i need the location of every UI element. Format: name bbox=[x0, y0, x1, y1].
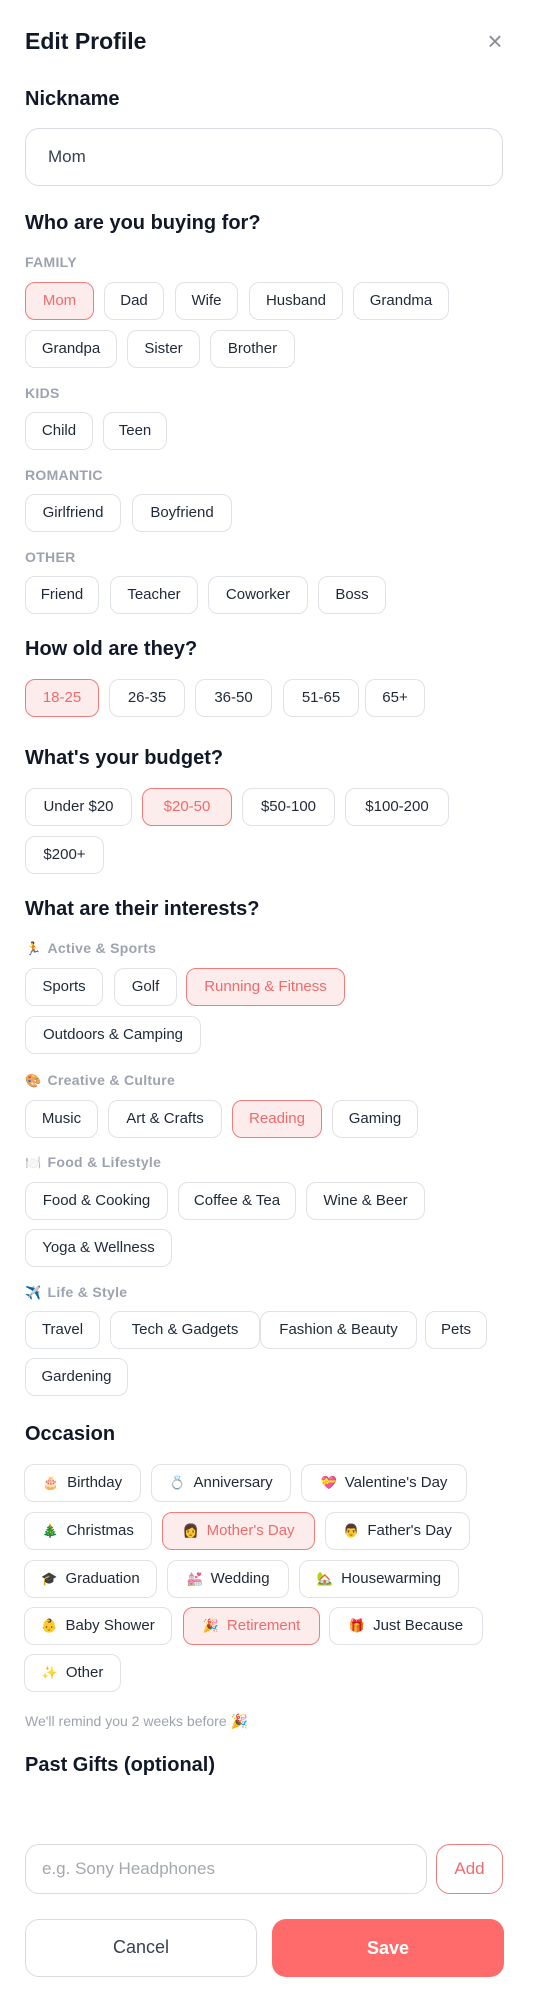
group-label-life-style: ✈️ Life & Style bbox=[25, 1284, 128, 1300]
age-title: How old are they? bbox=[25, 638, 198, 660]
palette-icon: 🎨 bbox=[25, 1073, 42, 1088]
nickname-field[interactable] bbox=[25, 128, 503, 186]
chip-occasion-fathers-day[interactable]: 👨 Father's Day bbox=[325, 1512, 470, 1550]
chip-interest-coffee-tea[interactable]: Coffee & Tea bbox=[178, 1182, 296, 1220]
modal-header: Edit Profile × bbox=[25, 26, 508, 56]
christmas-tree-icon: 🎄 bbox=[42, 1523, 59, 1538]
page-title: Edit Profile bbox=[25, 28, 147, 54]
party-popper-icon: 🎉 bbox=[202, 1618, 219, 1633]
chip-recipient-child[interactable]: Child bbox=[25, 412, 93, 450]
chip-budget-100-200[interactable]: $100-200 bbox=[345, 788, 449, 826]
group-label-food-lifestyle: 🍽️ Food & Lifestyle bbox=[25, 1154, 162, 1170]
add-gift-button[interactable]: Add bbox=[436, 1844, 503, 1894]
chip-recipient-grandma[interactable]: Grandma bbox=[353, 282, 449, 320]
chip-interest-gaming[interactable]: Gaming bbox=[332, 1100, 418, 1138]
group-label-other: OTHER bbox=[25, 549, 76, 565]
chip-occasion-just-because[interactable]: 🎁 Just Because bbox=[329, 1607, 483, 1645]
budget-title: What's your budget? bbox=[25, 747, 224, 769]
group-label-active-sports: 🏃 Active & Sports bbox=[25, 940, 157, 956]
chip-recipient-grandpa[interactable]: Grandpa bbox=[25, 330, 117, 368]
chip-occasion-valentines-day[interactable]: 💝 Valentine's Day bbox=[301, 1464, 467, 1502]
chip-budget-50-100[interactable]: $50-100 bbox=[242, 788, 335, 826]
recipient-title: Who are you buying for? bbox=[25, 212, 261, 234]
group-label-romantic: ROMANTIC bbox=[25, 467, 103, 483]
chip-budget-200-plus[interactable]: $200+ bbox=[25, 836, 104, 874]
chip-age-36-50[interactable]: 36-50 bbox=[195, 679, 272, 717]
chip-recipient-mom[interactable]: Mom bbox=[25, 282, 94, 320]
chip-age-65-plus[interactable]: 65+ bbox=[365, 679, 425, 717]
chip-budget-under-20[interactable]: Under $20 bbox=[25, 788, 132, 826]
chip-occasion-anniversary[interactable]: 💍 Anniversary bbox=[151, 1464, 291, 1502]
chip-occasion-retirement[interactable]: 🎉 Retirement bbox=[183, 1607, 320, 1645]
chip-recipient-teen[interactable]: Teen bbox=[103, 412, 167, 450]
chip-interest-reading[interactable]: Reading bbox=[232, 1100, 322, 1138]
chip-age-18-25[interactable]: 18-25 bbox=[25, 679, 99, 717]
sparkles-icon: ✨ bbox=[41, 1665, 58, 1680]
chip-recipient-brother[interactable]: Brother bbox=[210, 330, 295, 368]
chip-interest-yoga-wellness[interactable]: Yoga & Wellness bbox=[25, 1229, 172, 1267]
reminder-note: We'll remind you 2 weeks before 🎉 bbox=[25, 1713, 248, 1729]
chip-interest-gardening[interactable]: Gardening bbox=[25, 1358, 128, 1396]
chip-recipient-girlfriend[interactable]: Girlfriend bbox=[25, 494, 121, 532]
man-icon: 👨 bbox=[343, 1523, 360, 1538]
chip-interest-golf[interactable]: Golf bbox=[114, 968, 177, 1006]
gift-icon: 🎁 bbox=[348, 1618, 366, 1633]
past-gift-input[interactable] bbox=[26, 1845, 426, 1893]
chip-interest-wine-beer[interactable]: Wine & Beer bbox=[306, 1182, 425, 1220]
chip-interest-food-cooking[interactable]: Food & Cooking bbox=[25, 1182, 168, 1220]
chip-age-51-65[interactable]: 51-65 bbox=[283, 679, 359, 717]
chip-recipient-boyfriend[interactable]: Boyfriend bbox=[132, 494, 232, 532]
chip-interest-tech-gadgets[interactable]: Tech & Gadgets bbox=[110, 1311, 260, 1349]
cake-icon: 🎂 bbox=[42, 1475, 60, 1490]
chip-interest-travel[interactable]: Travel bbox=[25, 1311, 100, 1349]
wedding-chapel-icon: 💒 bbox=[186, 1571, 203, 1586]
airplane-icon: ✈️ bbox=[25, 1285, 42, 1300]
woman-icon: 👩 bbox=[182, 1523, 199, 1538]
chip-occasion-graduation[interactable]: 🎓 Graduation bbox=[24, 1560, 157, 1598]
group-label-family: FAMILY bbox=[25, 254, 77, 270]
close-icon[interactable]: × bbox=[482, 28, 508, 54]
chip-occasion-wedding[interactable]: 💒 Wedding bbox=[167, 1560, 289, 1598]
chip-recipient-teacher[interactable]: Teacher bbox=[110, 576, 198, 614]
chip-occasion-housewarming[interactable]: 🏡 Housewarming bbox=[299, 1560, 459, 1598]
ring-icon: 💍 bbox=[169, 1475, 186, 1490]
chip-interest-music[interactable]: Music bbox=[25, 1100, 98, 1138]
chip-occasion-mothers-day[interactable]: 👩 Mother's Day bbox=[162, 1512, 315, 1550]
chip-interest-fashion-beauty[interactable]: Fashion & Beauty bbox=[260, 1311, 417, 1349]
save-button[interactable]: Save bbox=[272, 1919, 504, 1977]
runner-icon: 🏃 bbox=[25, 941, 42, 956]
chip-interest-art-crafts[interactable]: Art & Crafts bbox=[108, 1100, 222, 1138]
chip-occasion-other[interactable]: ✨ Other bbox=[24, 1654, 121, 1692]
graduation-cap-icon: 🎓 bbox=[41, 1571, 58, 1586]
heart-gift-icon: 💝 bbox=[320, 1475, 337, 1490]
chip-interest-pets[interactable]: Pets bbox=[425, 1311, 487, 1349]
house-icon: 🏡 bbox=[316, 1571, 334, 1586]
chip-recipient-friend[interactable]: Friend bbox=[25, 576, 99, 614]
chip-recipient-boss[interactable]: Boss bbox=[318, 576, 386, 614]
chip-recipient-wife[interactable]: Wife bbox=[175, 282, 238, 320]
chip-occasion-baby-shower[interactable]: 👶 Baby Shower bbox=[24, 1607, 172, 1645]
chip-recipient-sister[interactable]: Sister bbox=[127, 330, 200, 368]
chip-age-26-35[interactable]: 26-35 bbox=[109, 679, 185, 717]
past-gifts-title: Past Gifts (optional) bbox=[25, 1754, 215, 1776]
baby-icon: 👶 bbox=[41, 1618, 58, 1633]
nickname-label: Nickname bbox=[25, 88, 120, 110]
group-label-kids: KIDS bbox=[25, 385, 60, 401]
interests-title: What are their interests? bbox=[25, 898, 260, 920]
chip-budget-20-50[interactable]: $20-50 bbox=[142, 788, 232, 826]
chip-interest-running-fitness[interactable]: Running & Fitness bbox=[186, 968, 345, 1006]
chip-recipient-husband[interactable]: Husband bbox=[249, 282, 343, 320]
past-gift-field[interactable] bbox=[25, 1844, 427, 1894]
occasion-title: Occasion bbox=[25, 1423, 116, 1445]
group-label-creative-culture: 🎨 Creative & Culture bbox=[25, 1072, 176, 1088]
plate-icon: 🍽️ bbox=[25, 1155, 42, 1170]
chip-occasion-birthday[interactable]: 🎂 Birthday bbox=[24, 1464, 141, 1502]
chip-occasion-christmas[interactable]: 🎄 Christmas bbox=[24, 1512, 152, 1550]
chip-interest-outdoors-camping[interactable]: Outdoors & Camping bbox=[25, 1016, 201, 1054]
nickname-input[interactable] bbox=[26, 129, 502, 185]
chip-interest-sports[interactable]: Sports bbox=[25, 968, 103, 1006]
chip-recipient-coworker[interactable]: Coworker bbox=[208, 576, 308, 614]
chip-recipient-dad[interactable]: Dad bbox=[104, 282, 164, 320]
cancel-button[interactable]: Cancel bbox=[25, 1919, 257, 1977]
